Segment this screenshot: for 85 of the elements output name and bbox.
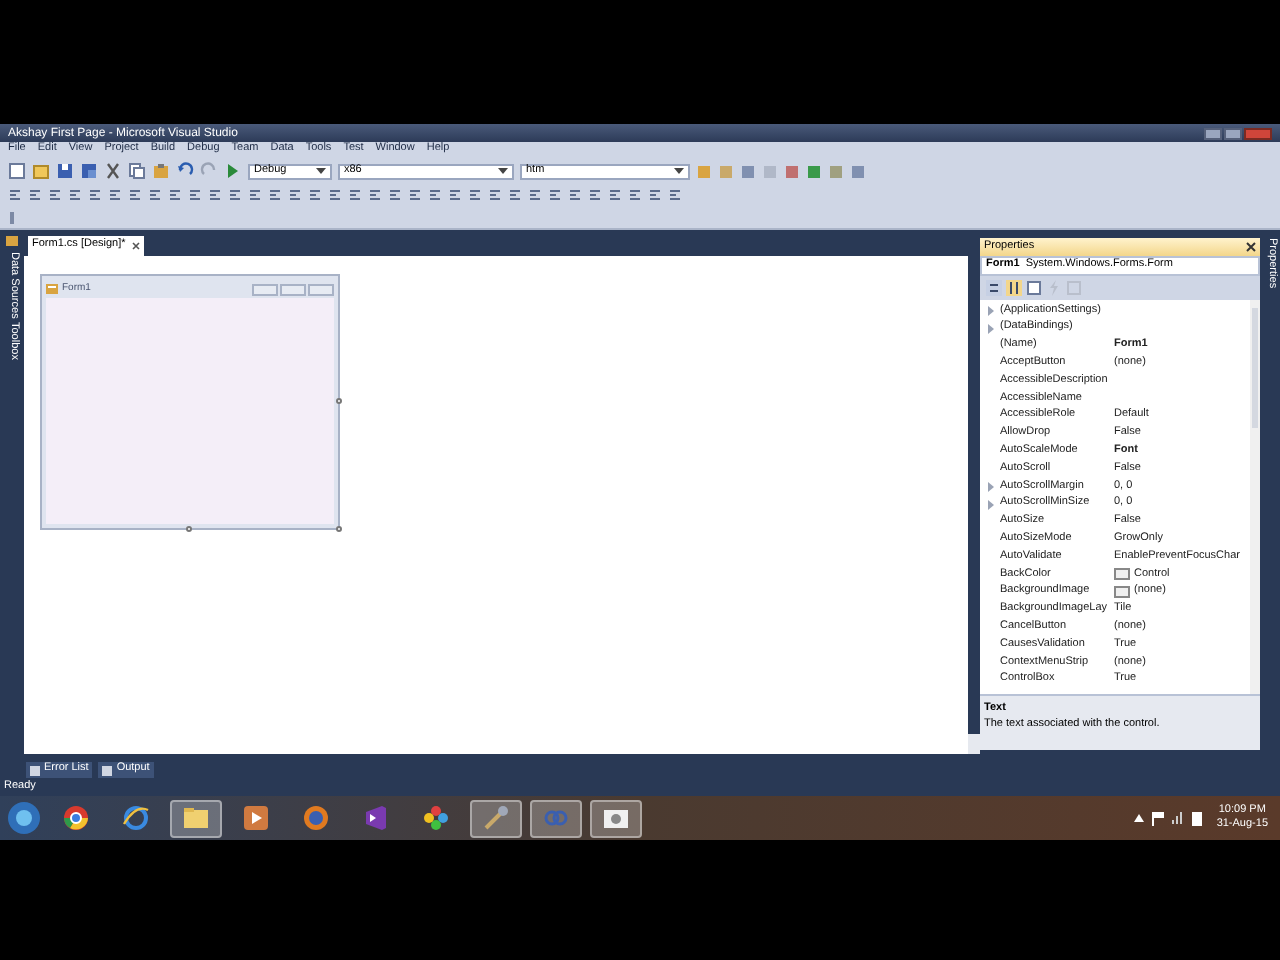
align-icon[interactable] — [288, 188, 302, 202]
dropdown-arrow-icon — [316, 168, 326, 174]
undo-icon[interactable] — [176, 162, 194, 180]
align-icon[interactable] — [88, 188, 102, 202]
play-icon[interactable] — [224, 162, 242, 180]
expand-arrow-icon[interactable] — [987, 481, 993, 492]
align-icon[interactable] — [148, 188, 162, 202]
signal-icon[interactable] — [1172, 812, 1185, 824]
dropdown-arrow-icon — [498, 168, 508, 174]
resize-handle[interactable] — [336, 526, 342, 532]
align-icon[interactable] — [568, 188, 582, 202]
chrome-icon — [62, 804, 90, 832]
battery-icon[interactable] — [1192, 810, 1203, 826]
taskbar-button[interactable] — [530, 799, 582, 837]
start-button[interactable] — [6, 800, 42, 836]
align-icon[interactable] — [508, 188, 522, 202]
save-icon[interactable] — [56, 162, 74, 180]
minimize-button[interactable] — [1204, 127, 1222, 139]
categorized-icon[interactable] — [986, 280, 1002, 296]
align-icon[interactable] — [328, 188, 342, 202]
resize-handle[interactable] — [336, 398, 342, 404]
form-icon — [46, 284, 58, 294]
alphabetical-icon[interactable] — [1006, 280, 1022, 296]
close-icon[interactable] — [131, 242, 140, 250]
align-icon[interactable] — [28, 188, 42, 202]
align-icon[interactable] — [268, 188, 282, 202]
wrench-icon — [482, 804, 510, 832]
expand-arrow-icon[interactable] — [987, 499, 993, 510]
data-icon — [4, 234, 20, 248]
align-icon[interactable] — [668, 188, 682, 202]
folder-icon[interactable] — [32, 162, 50, 180]
align-icon[interactable] — [608, 188, 622, 202]
align-icon[interactable] — [188, 188, 202, 202]
maximize-button[interactable] — [1224, 127, 1242, 139]
dropdown-arrow-icon — [674, 168, 684, 174]
fox-globe-icon — [302, 804, 330, 832]
paste-icon[interactable] — [152, 162, 170, 180]
close-button[interactable] — [1244, 127, 1272, 139]
align-icon[interactable] — [348, 188, 362, 202]
align-icon[interactable] — [368, 188, 382, 202]
media-player-icon — [242, 804, 270, 832]
align-icon[interactable] — [588, 188, 602, 202]
resize-handle[interactable] — [186, 526, 192, 532]
align-icon[interactable] — [128, 188, 142, 202]
taskbar-button[interactable] — [470, 799, 522, 837]
align-icon[interactable] — [108, 188, 122, 202]
align-icon[interactable] — [528, 188, 542, 202]
cut-icon[interactable] — [104, 162, 122, 180]
close-icon[interactable] — [1246, 242, 1256, 252]
align-icon[interactable] — [68, 188, 82, 202]
align-icon[interactable] — [648, 188, 662, 202]
expand-arrow-icon[interactable] — [987, 305, 993, 316]
scrollbar[interactable] — [1250, 300, 1260, 694]
align-icon[interactable] — [308, 188, 322, 202]
scrollbar[interactable] — [968, 734, 980, 754]
pinwheel-icon — [422, 804, 450, 832]
align-icon[interactable] — [228, 188, 242, 202]
align-icon[interactable] — [388, 188, 402, 202]
align-icon[interactable] — [628, 188, 642, 202]
grip-icon — [8, 209, 16, 225]
expand-arrow-icon[interactable] — [987, 323, 993, 334]
align-icon[interactable] — [8, 188, 22, 202]
align-icon[interactable] — [448, 188, 462, 202]
align-icon[interactable] — [548, 188, 562, 202]
panel-icon — [30, 765, 40, 775]
align-icon[interactable] — [248, 188, 262, 202]
taskbar-button[interactable] — [170, 799, 222, 837]
taskbar-button[interactable] — [590, 799, 642, 837]
show-hidden-icon[interactable] — [1134, 814, 1145, 822]
align-icon[interactable] — [168, 188, 182, 202]
copy-icon[interactable] — [128, 162, 146, 180]
flag-icon[interactable] — [1152, 811, 1165, 825]
panel-icon — [102, 765, 113, 775]
align-icon[interactable] — [428, 188, 442, 202]
align-icon[interactable] — [488, 188, 502, 202]
new-file-icon[interactable] — [8, 162, 26, 180]
save-all-icon[interactable] — [80, 162, 98, 180]
properties-icon[interactable] — [1026, 280, 1042, 296]
globe-icon — [122, 804, 150, 832]
align-icon[interactable] — [48, 188, 62, 202]
align-icon[interactable] — [408, 188, 422, 202]
align-icon[interactable] — [208, 188, 222, 202]
folder-icon — [182, 804, 210, 832]
align-icon[interactable] — [468, 188, 482, 202]
camera-icon — [602, 804, 630, 832]
